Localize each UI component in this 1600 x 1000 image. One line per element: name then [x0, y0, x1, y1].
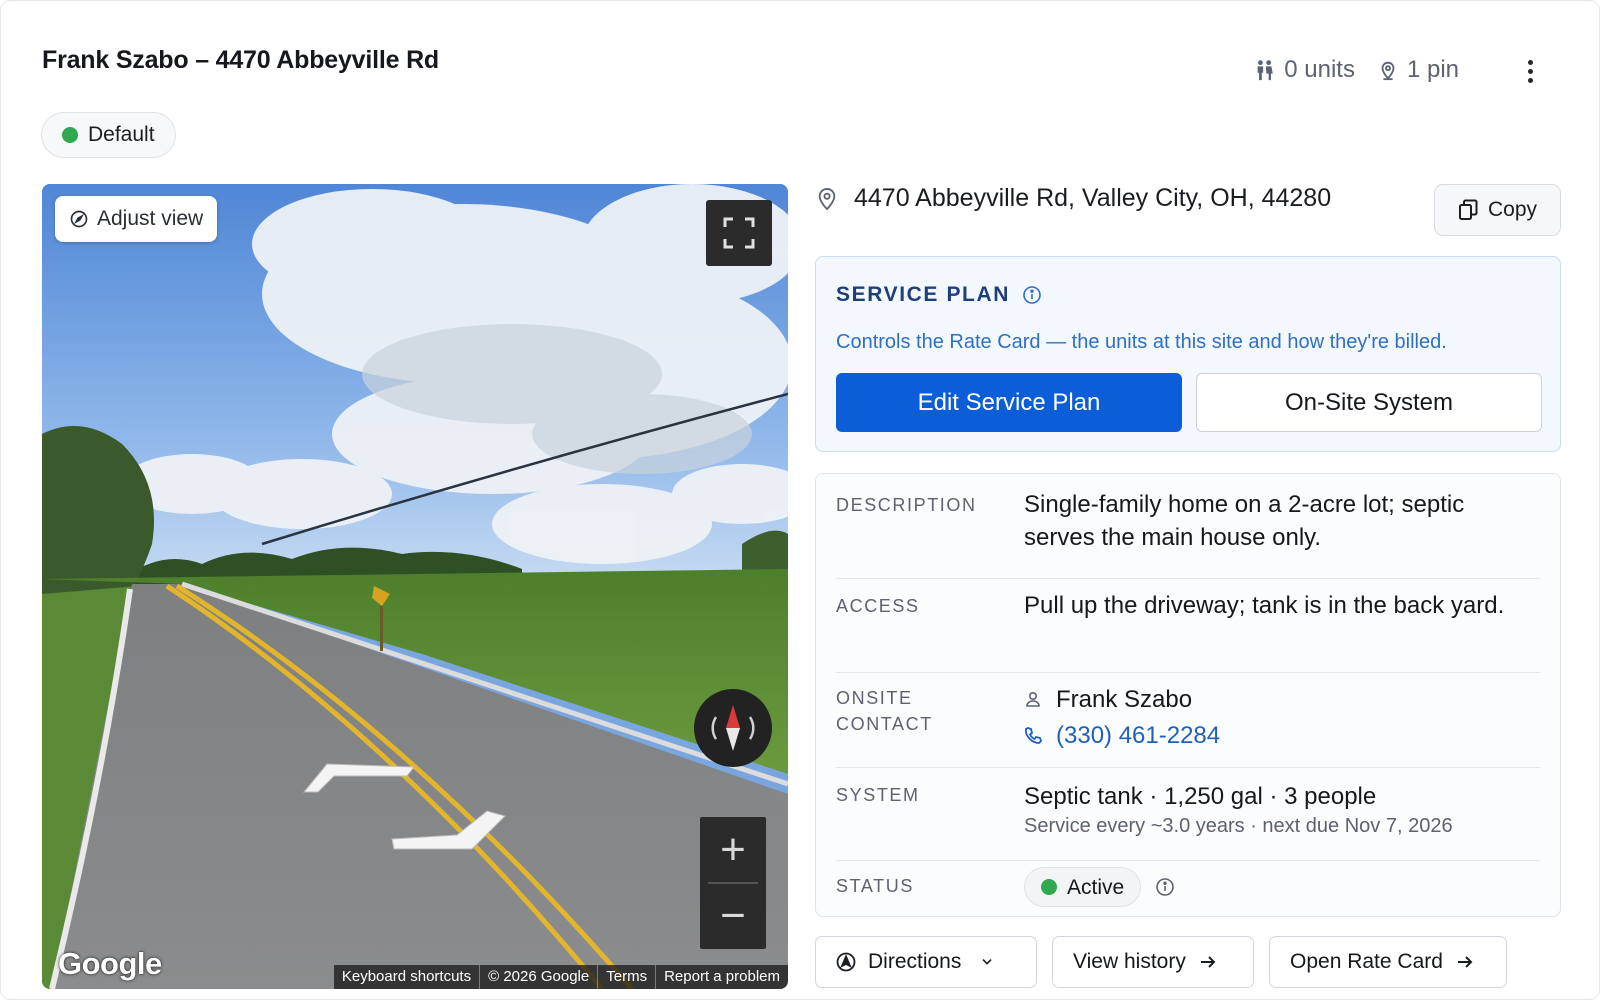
street-view-compass[interactable]	[694, 689, 772, 767]
people-icon	[1257, 60, 1274, 81]
compass-needle-icon	[711, 705, 755, 751]
navigation-icon	[836, 952, 856, 972]
header-meta: 0 units 1 pin	[1254, 56, 1459, 84]
status-dot	[1041, 879, 1057, 895]
contact-phone-line: (330) 461-2284	[1024, 717, 1540, 753]
description-label: DESCRIPTION	[836, 495, 977, 515]
street-view[interactable]: Adjust view + − Google Keyboard shortcut…	[42, 184, 788, 989]
system-value-block: Septic tank · 1,250 gal · 3 people Servi…	[1024, 780, 1540, 839]
view-history-label: View history	[1073, 950, 1186, 973]
service-plan-panel: SERVICE PLAN Controls the Rate Card — th…	[815, 256, 1561, 452]
access-row: ACCESS Pull up the driveway; tank is in …	[836, 579, 1540, 673]
action-bar: Directions View history Open Rate Card	[815, 936, 1507, 988]
view-history-button[interactable]: View history	[1052, 936, 1254, 988]
directions-label: Directions	[868, 950, 962, 973]
terms-link[interactable]: Terms	[597, 965, 655, 989]
copyright-text: © 2026 Google	[479, 965, 597, 989]
pins-count: 1 pin	[1377, 56, 1459, 84]
description-value: Single-family home on a 2-acre lot; sept…	[1024, 491, 1465, 551]
status-text: Active	[1067, 875, 1125, 899]
status-row: STATUS Active	[836, 861, 1540, 917]
adjust-view-label: Adjust view	[97, 207, 204, 230]
zoom-out-button[interactable]: −	[700, 883, 766, 949]
arrow-right-icon	[1457, 956, 1473, 968]
status-value-block: Active	[1024, 867, 1540, 907]
compass-icon	[70, 210, 88, 228]
chevron-down-icon	[982, 959, 992, 965]
open-rate-card-label: Open Rate Card	[1290, 950, 1443, 973]
service-plan-heading: SERVICE PLAN	[836, 283, 1042, 307]
service-plan-description: Controls the Rate Card — the units at th…	[836, 331, 1447, 353]
open-rate-card-button[interactable]: Open Rate Card	[1269, 936, 1507, 988]
arrow-right-icon	[1200, 956, 1216, 968]
contact-phone-link[interactable]: (330) 461-2284	[1056, 719, 1220, 752]
status-badge: Active	[1024, 867, 1142, 907]
report-problem-link[interactable]: Report a problem	[655, 965, 788, 989]
units-count: 0 units	[1254, 56, 1355, 84]
person-icon	[1026, 691, 1040, 707]
keyboard-shortcuts-link[interactable]: Keyboard shortcuts	[334, 965, 479, 989]
system-row: SYSTEM Septic tank · 1,250 gal · 3 peopl…	[836, 768, 1540, 861]
fullscreen-icon	[723, 217, 755, 249]
street-view-image	[42, 184, 788, 989]
contact-label: ONSITE CONTACT	[836, 688, 933, 734]
directions-button[interactable]: Directions	[815, 936, 1037, 988]
more-vertical-icon[interactable]	[1519, 56, 1541, 86]
zoom-controls: + −	[700, 817, 766, 949]
address-text: 4470 Abbeyville Rd, Valley City, OH, 442…	[854, 184, 1332, 212]
onsite-contact-row: ONSITE CONTACT Frank Szabo (330) 461-228…	[836, 673, 1540, 768]
fullscreen-button[interactable]	[706, 200, 772, 266]
access-value: Pull up the driveway; tank is in the bac…	[1024, 592, 1505, 619]
info-icon[interactable]	[1022, 285, 1042, 305]
edit-service-plan-button[interactable]: Edit Service Plan	[836, 373, 1182, 432]
system-schedule: Service every ~3.0 years · next due Nov …	[1024, 815, 1453, 837]
location-pin-icon	[818, 187, 836, 210]
contact-value: Frank Szabo (330) 461-2284	[1024, 681, 1540, 753]
status-wrap: Active	[1024, 867, 1540, 907]
zoom-in-button[interactable]: +	[700, 817, 766, 883]
description-row: DESCRIPTION Single-family home on a 2-ac…	[836, 488, 1540, 579]
service-plan-title: SERVICE PLAN	[836, 283, 1011, 306]
tag-dot	[62, 127, 78, 143]
contact-name: Frank Szabo	[1056, 685, 1193, 713]
copy-address-button[interactable]: Copy	[1434, 184, 1561, 236]
info-icon[interactable]	[1155, 877, 1175, 897]
address-line: 4470 Abbeyville Rd, Valley City, OH, 442…	[816, 184, 1331, 213]
units-label: 0 units	[1284, 56, 1355, 83]
phone-icon	[1025, 727, 1042, 744]
adjust-view-button[interactable]: Adjust view	[55, 196, 218, 242]
default-tag[interactable]: Default	[41, 112, 176, 158]
system-label: SYSTEM	[836, 785, 920, 805]
tag-label: Default	[88, 123, 155, 146]
google-logo: Google	[58, 946, 162, 981]
page-title: Frank Szabo – 4470 Abbeyville Rd	[42, 46, 439, 74]
status-label: STATUS	[836, 876, 914, 896]
map-attribution-bar: Keyboard shortcuts © 2026 Google Terms R…	[333, 965, 788, 989]
pins-label: 1 pin	[1406, 56, 1459, 83]
contact-name-line: Frank Szabo	[1024, 681, 1540, 717]
system-value: Septic tank · 1,250 gal · 3 people	[1024, 783, 1377, 810]
copy-label: Copy	[1487, 198, 1538, 221]
access-label: ACCESS	[836, 596, 920, 616]
on-site-system-button[interactable]: On-Site System	[1196, 373, 1542, 432]
map-pin-icon	[1381, 61, 1395, 81]
site-card: Frank Szabo – 4470 Abbeyville Rd 0 units…	[0, 0, 1600, 1000]
site-details: DESCRIPTION Single-family home on a 2-ac…	[815, 473, 1561, 917]
copy-icon	[1458, 199, 1478, 220]
